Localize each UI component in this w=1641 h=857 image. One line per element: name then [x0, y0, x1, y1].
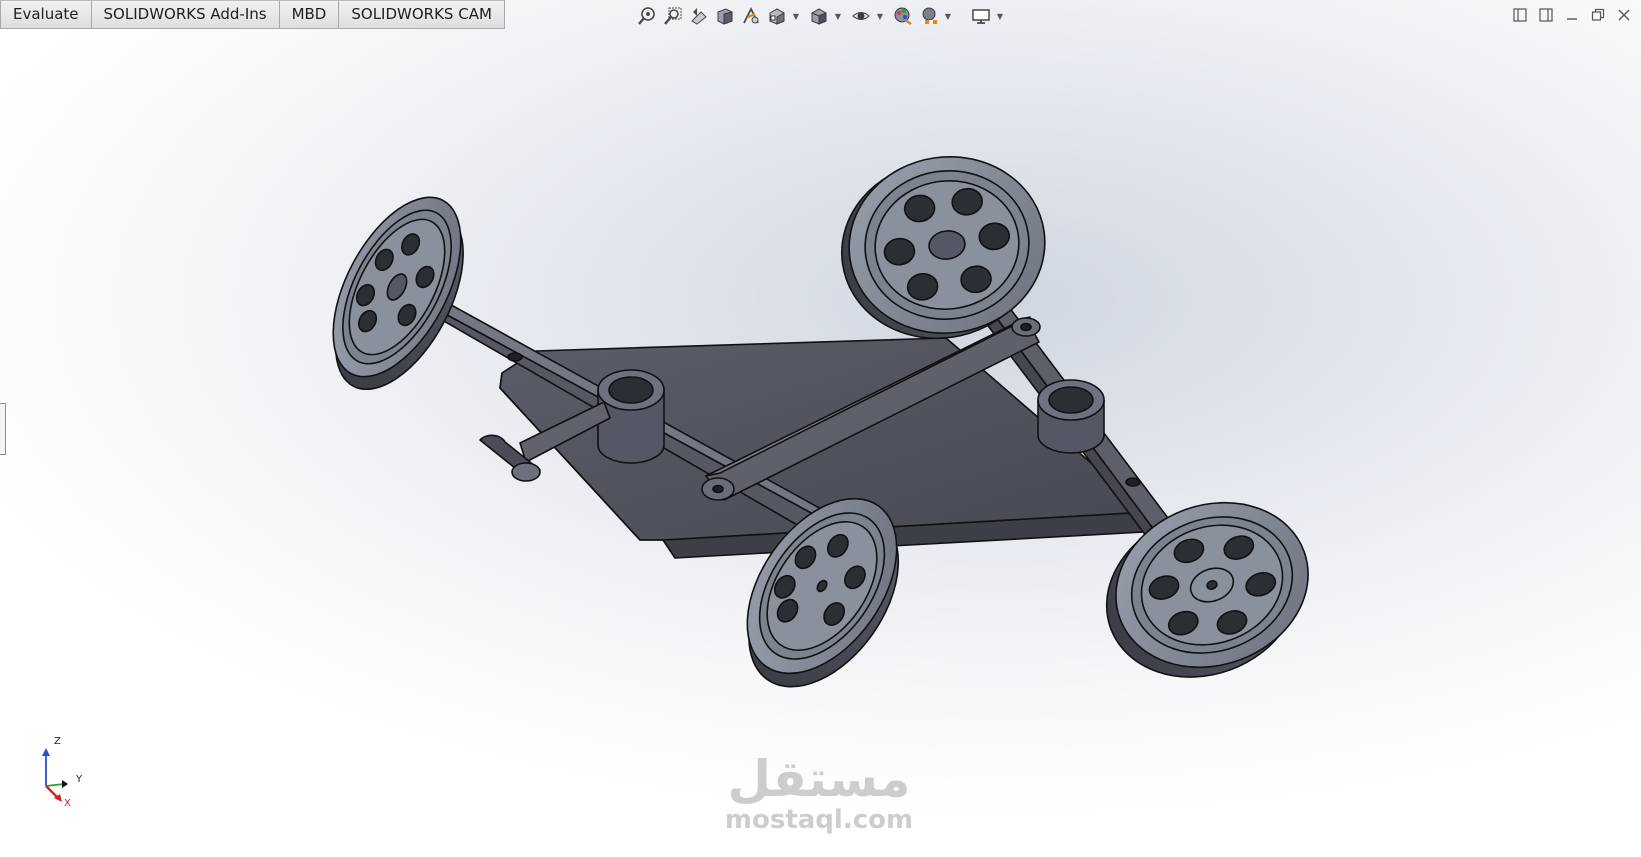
heads-up-view-toolbar: ▼ ▼ ▼ ▼ ▼ [636, 4, 1012, 28]
dynamic-annotation-icon[interactable] [740, 5, 762, 27]
tab-evaluate[interactable]: Evaluate [0, 0, 92, 28]
wheel-left-front[interactable] [302, 177, 494, 410]
restore-icon[interactable] [1585, 4, 1611, 26]
reference-triad: Z Y X [30, 736, 100, 818]
tile-left-icon[interactable] [1507, 4, 1533, 26]
tab-solidworks-add-ins[interactable]: SOLIDWORKS Add-Ins [91, 0, 280, 28]
window-controls [1507, 4, 1637, 26]
section-view-icon[interactable] [714, 5, 736, 27]
zoom-to-fit-icon[interactable] [636, 5, 658, 27]
view-settings-icon[interactable] [970, 5, 992, 27]
watermark-latin: mostaql.com [724, 805, 914, 835]
triad-y-label: Y [76, 774, 83, 785]
view-orientation-icon[interactable] [766, 5, 788, 27]
apply-scene-dropdown-icon[interactable]: ▼ [944, 5, 952, 27]
watermark-arabic: مستقل [727, 750, 911, 808]
collar-right[interactable] [1037, 379, 1105, 454]
close-icon[interactable] [1611, 4, 1637, 26]
tab-solidworks-cam[interactable]: SOLIDWORKS CAM [339, 0, 505, 28]
view-settings-dropdown-icon[interactable]: ▼ [996, 5, 1004, 27]
car-assembly[interactable] [302, 144, 1333, 714]
minimize-icon[interactable] [1559, 4, 1585, 26]
display-style-dropdown-icon[interactable]: ▼ [834, 5, 842, 27]
feature-manager-collapse-handle[interactable] [0, 403, 6, 455]
zoom-to-area-icon[interactable] [662, 5, 684, 27]
tab-mbd[interactable]: MBD [279, 0, 340, 28]
triad-z-label: Z [54, 736, 61, 747]
apply-scene-icon[interactable] [918, 5, 940, 27]
previous-view-icon[interactable] [688, 5, 710, 27]
edit-appearance-icon[interactable] [892, 5, 914, 27]
solidworks-window: Evaluate SOLIDWORKS Add-Ins MBD SOLIDWOR… [0, 0, 1641, 857]
hide-show-items-icon[interactable] [850, 5, 872, 27]
command-manager-tabs: Evaluate SOLIDWORKS Add-Ins MBD SOLIDWOR… [0, 0, 505, 29]
hide-show-dropdown-icon[interactable]: ▼ [876, 5, 884, 27]
mostaql-watermark: مستقل mostaql.com [714, 752, 924, 834]
view-orientation-dropdown-icon[interactable]: ▼ [792, 5, 800, 27]
triad-x-label: X [64, 798, 71, 809]
display-style-icon[interactable] [808, 5, 830, 27]
tile-right-icon[interactable] [1533, 4, 1559, 26]
graphics-area[interactable] [0, 0, 1641, 857]
